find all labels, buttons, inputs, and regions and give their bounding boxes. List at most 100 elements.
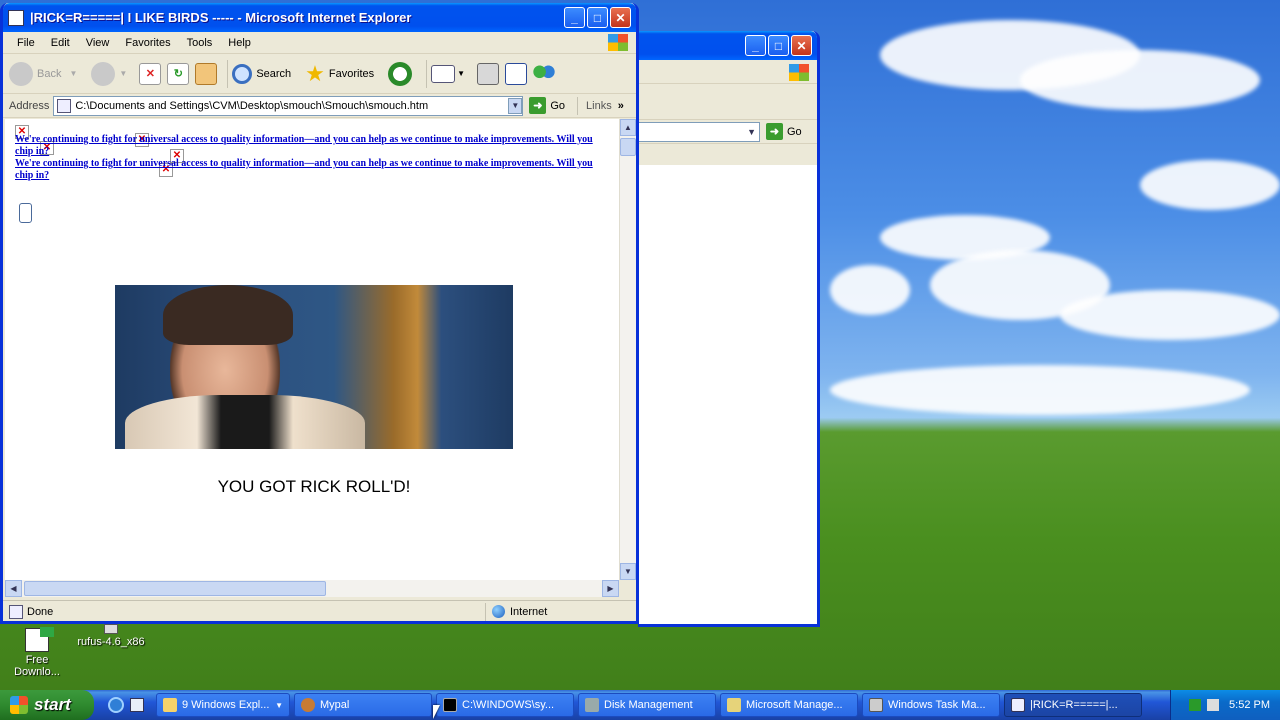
chevron-down-icon[interactable]: ▼ [747, 127, 759, 137]
go-label: Go [787, 125, 802, 138]
home-button[interactable] [195, 62, 218, 85]
ie-window[interactable]: |RICK=R=====| I LIKE BIRDS ----- - Micro… [0, 3, 639, 624]
background-window-titlebar[interactable]: _ □ ✕ [638, 31, 817, 60]
back-button[interactable]: Back ▼ [9, 61, 77, 86]
messenger-button[interactable] [533, 62, 556, 85]
menu-help[interactable]: Help [220, 37, 259, 49]
background-window-content [638, 165, 817, 624]
usb-drive-icon [104, 624, 118, 634]
chevron-down-icon: ▼ [275, 700, 283, 710]
close-button[interactable]: ✕ [610, 7, 631, 28]
start-button[interactable]: start [0, 690, 94, 720]
chevron-down-icon[interactable]: ▼ [457, 69, 465, 78]
task-disk-management[interactable]: Disk Management [578, 693, 716, 717]
search-button[interactable]: Search [232, 63, 292, 84]
show-desktop-icon[interactable] [130, 698, 144, 712]
address-input[interactable]: ▼ [638, 121, 760, 142]
start-label: start [34, 695, 71, 714]
messenger-icon [533, 62, 556, 85]
download-icon [25, 627, 54, 652]
windows-logo-icon [608, 34, 628, 51]
close-button[interactable]: ✕ [791, 35, 812, 56]
background-window[interactable]: _ □ ✕ ▼ ➜ Go [638, 31, 820, 627]
tray-network-icon[interactable] [1207, 699, 1220, 711]
scroll-down-button[interactable]: ▼ [620, 563, 636, 580]
zone-label: Internet [510, 605, 548, 618]
standard-toolbar: Back ▼ ▼ ✕ ↻ Search ★ Favorites ▼ [3, 54, 636, 94]
scroll-thumb[interactable] [24, 581, 326, 596]
menubar: File Edit View Favorites Tools Help [3, 32, 636, 54]
donation-link[interactable]: We're continuing to fight for universal … [15, 134, 595, 158]
task-mmc[interactable]: Microsoft Manage... [720, 693, 858, 717]
edit-page-icon [505, 62, 528, 85]
menu-edit[interactable]: Edit [43, 37, 78, 49]
menu-favorites[interactable]: Favorites [117, 37, 178, 49]
ie-titlebar[interactable]: |RICK=R=====| I LIKE BIRDS ----- - Micro… [3, 3, 636, 32]
search-label: Search [256, 67, 292, 80]
scroll-right-button[interactable]: ▶ [602, 580, 619, 597]
desktop-icon-label: rufus-4.6_x86 [77, 636, 145, 648]
task-cmd[interactable]: C:\WINDOWS\sy... [436, 693, 574, 717]
chevron-down-icon[interactable]: ▼ [119, 69, 127, 78]
go-button[interactable]: ➜ Go [766, 123, 802, 140]
menu-file[interactable]: File [9, 37, 43, 49]
toolbar-separator [227, 59, 229, 88]
mouse-cursor [433, 705, 440, 719]
task-label: |RICK=R=====|... [1030, 699, 1118, 711]
taskbar: start 9 Windows Expl... ▼ Mypal C:\WINDO… [0, 690, 1280, 720]
stop-button[interactable]: ✕ [139, 62, 162, 85]
go-button[interactable]: ➜ Go [529, 97, 565, 114]
minimize-button[interactable]: _ [564, 7, 585, 28]
ie-quicklaunch-icon[interactable] [108, 697, 124, 713]
chevron-down-icon[interactable]: ▼ [508, 97, 523, 114]
mail-button[interactable]: ▼ [431, 64, 465, 83]
scroll-up-button[interactable]: ▲ [620, 119, 636, 136]
horizontal-scrollbar[interactable]: ◀ ▶ [5, 580, 619, 597]
minimize-button[interactable]: _ [745, 35, 766, 56]
print-button[interactable] [477, 62, 500, 85]
chevron-right-icon[interactable]: » [618, 100, 624, 112]
vertical-scrollbar[interactable]: ▲ ▼ [619, 119, 636, 580]
desktop-icon-label: Free Downlo... [14, 654, 60, 678]
menu-view[interactable]: View [78, 37, 118, 49]
task-label: Microsoft Manage... [746, 699, 843, 711]
status-text: Done [27, 605, 54, 618]
mmc-icon [727, 698, 741, 712]
links-label[interactable]: Links [586, 100, 612, 112]
forward-button[interactable]: ▼ [91, 61, 127, 86]
form-control-placeholder[interactable] [19, 203, 32, 223]
task-internet-explorer[interactable]: |RICK=R=====|... [1004, 693, 1142, 717]
page-status-icon [9, 604, 23, 619]
address-input[interactable]: C:\Documents and Settings\CVM\Desktop\sm… [53, 95, 524, 116]
task-windows-explorer[interactable]: 9 Windows Expl... ▼ [156, 693, 290, 717]
scroll-left-button[interactable]: ◀ [5, 580, 22, 597]
donation-link[interactable]: We're continuing to fight for universal … [15, 158, 595, 182]
address-value: C:\Documents and Settings\CVM\Desktop\sm… [75, 99, 429, 112]
clock[interactable]: 5:52 PM [1229, 699, 1270, 711]
task-label: Disk Management [604, 699, 693, 711]
task-manager-icon [869, 698, 883, 712]
person-jacket [125, 395, 365, 449]
chevron-down-icon[interactable]: ▼ [69, 69, 77, 78]
desktop-icon-free-download[interactable]: Free Downlo... [2, 627, 72, 678]
favorites-button[interactable]: ★ Favorites [305, 61, 374, 87]
quick-launch [108, 697, 144, 713]
task-mypal[interactable]: Mypal [294, 693, 432, 717]
scroll-thumb[interactable] [620, 138, 636, 156]
toolbar-separator [577, 96, 579, 115]
refresh-button[interactable]: ↻ [167, 62, 190, 85]
maximize-button[interactable]: □ [587, 7, 608, 28]
tray-app-icon[interactable] [1189, 699, 1202, 711]
desktop-icon-rufus[interactable]: rufus-4.6_x86 [76, 624, 146, 648]
history-button[interactable] [388, 61, 416, 86]
task-task-manager[interactable]: Windows Task Ma... [862, 693, 1000, 717]
system-tray: 5:52 PM [1170, 690, 1280, 720]
menubar [638, 60, 817, 84]
menu-tools[interactable]: Tools [179, 37, 221, 49]
cloud [1020, 50, 1260, 110]
edit-button[interactable] [505, 62, 528, 85]
task-label: 9 Windows Expl... [182, 699, 270, 711]
maximize-button[interactable]: □ [768, 35, 789, 56]
forward-arrow-icon [91, 61, 116, 86]
stop-icon: ✕ [139, 62, 162, 85]
